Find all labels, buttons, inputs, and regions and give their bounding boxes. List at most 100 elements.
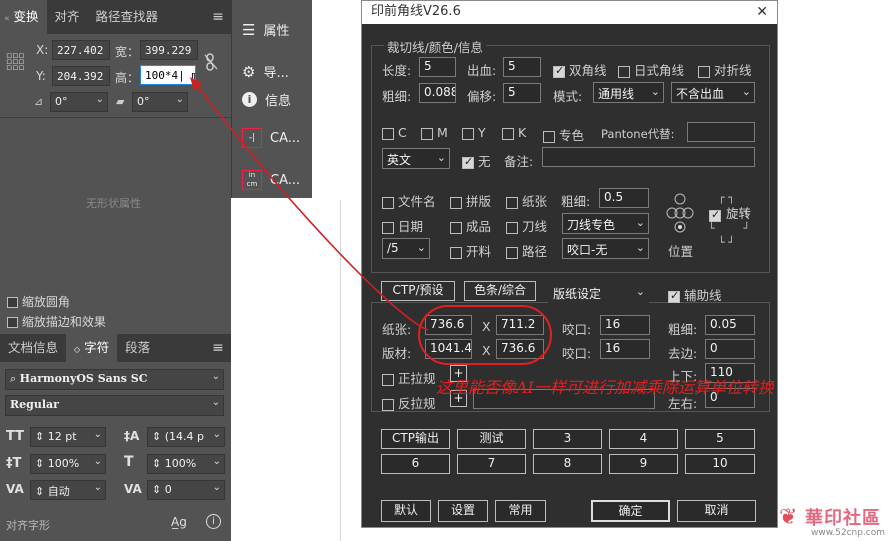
pull-front-checkbox[interactable]: 正拉规: [382, 368, 436, 387]
tab-character[interactable]: ◇ 字符: [66, 334, 118, 362]
panel-menu-icon[interactable]: ≡: [205, 334, 231, 362]
no-shape-text: 无形状属性: [86, 197, 141, 210]
knife-color-select[interactable]: 刀线专色 ⌄: [562, 213, 649, 234]
thickness3-input[interactable]: 0.05: [705, 315, 755, 335]
mode-select[interactable]: 通用线 ⌄: [593, 82, 664, 103]
tab-paragraph[interactable]: 段落: [117, 334, 158, 362]
shear-angle-select[interactable]: 0° ⌄: [132, 92, 188, 112]
paper-setting-select[interactable]: 版纸设定 ⌄: [548, 282, 649, 303]
font-style-select[interactable]: Regular ⌄: [5, 395, 224, 416]
trim-label: 去边:: [668, 346, 698, 361]
tab-doc-info[interactable]: 文档信息: [0, 334, 66, 362]
spot-checkbox[interactable]: 专色: [543, 125, 584, 144]
trim-input[interactable]: 0: [705, 339, 755, 359]
guide-line: [340, 200, 341, 541]
settings-button[interactable]: 设置: [438, 500, 488, 522]
aux-line-checkbox[interactable]: 辅助线: [668, 285, 722, 304]
m-checkbox[interactable]: M: [421, 125, 448, 140]
finished-checkbox[interactable]: 成品: [450, 216, 491, 235]
panel-menu-icon[interactable]: ≡: [205, 0, 231, 34]
language-select[interactable]: 英文 ⌄: [382, 148, 450, 169]
default-button[interactable]: 默认: [381, 500, 431, 522]
none-checkbox[interactable]: 无: [462, 151, 491, 170]
grid-button-7[interactable]: 7: [457, 454, 526, 474]
page-select[interactable]: /5 ⌄: [382, 238, 430, 259]
chevron-down-icon: ⌄: [436, 151, 446, 164]
vertical-scale-select[interactable]: ⇕ 100% ⌄: [30, 454, 106, 474]
ctp-preset-button[interactable]: CTP/预设: [381, 281, 455, 301]
tab-transform[interactable]: « 变换: [0, 0, 47, 34]
ok-button[interactable]: 确定: [591, 500, 670, 522]
grid-button-8[interactable]: 8: [533, 454, 602, 474]
paper-checkbox[interactable]: 纸张: [506, 191, 547, 210]
note-input[interactable]: [542, 147, 755, 167]
k-checkbox[interactable]: K: [502, 125, 526, 140]
ctp-output-button[interactable]: CTP输出: [381, 429, 450, 449]
pantone-input[interactable]: [687, 122, 755, 142]
test-button[interactable]: 测试: [457, 429, 526, 449]
close-icon[interactable]: ✕: [756, 1, 768, 23]
y-input[interactable]: 204.392 r: [52, 66, 110, 86]
y-checkbox[interactable]: Y: [462, 125, 486, 140]
thickness2-input[interactable]: 0.5: [599, 188, 649, 208]
filename-checkbox[interactable]: 文件名: [382, 191, 436, 210]
font-size-icon: TT: [6, 429, 25, 444]
jp-corner-checkbox[interactable]: 日式角线: [618, 60, 684, 79]
pull-back-checkbox[interactable]: 反拉规: [382, 393, 436, 412]
tab-pathfinder[interactable]: 路径查找器: [88, 0, 167, 34]
kerning-select[interactable]: ⇕ 自动 ⌄: [30, 480, 106, 500]
bleed-input[interactable]: 5: [503, 57, 541, 77]
info-icon[interactable]: i: [206, 514, 221, 529]
offset-input[interactable]: 5: [503, 83, 541, 103]
info-item[interactable]: i 信息: [242, 90, 291, 109]
grid-button-3[interactable]: 3: [533, 429, 602, 449]
fold-line-checkbox[interactable]: 对折线: [698, 60, 752, 79]
bite-select[interactable]: 咬口-无 ⌄: [562, 238, 649, 259]
section-title: 裁切线/颜色/信息: [384, 37, 486, 56]
bite2-input[interactable]: 16: [600, 339, 650, 359]
ca-item-2[interactable]: in cm CA...: [242, 170, 300, 190]
path-checkbox[interactable]: 路径: [506, 241, 547, 260]
width-input[interactable]: 399.229 r: [140, 40, 198, 60]
height-input[interactable]: 100*4| mm: [140, 65, 196, 85]
font-family-select[interactable]: ⌕ HarmonyOS Sans SC ⌄: [5, 369, 224, 390]
rotate-checkbox[interactable]: [709, 207, 725, 222]
bleed-mode-select[interactable]: 不含出血 ⌄: [671, 82, 755, 103]
constrain-link-icon[interactable]: [204, 52, 218, 71]
c-checkbox[interactable]: C: [382, 125, 407, 140]
x-input[interactable]: 227.402 r: [52, 40, 110, 60]
glyph-icon[interactable]: A̲g: [171, 515, 187, 529]
cancel-button[interactable]: 取消: [677, 500, 756, 522]
print-corner-dialog: 印前角线V26.6 ✕ 裁切线/颜色/信息 长度: 5 出血: 5 双角线 日式…: [361, 0, 778, 528]
grid-button-4[interactable]: 4: [609, 429, 678, 449]
colorbar-button[interactable]: 色条/综合: [464, 281, 536, 301]
thickness-input[interactable]: 0.088: [419, 83, 456, 103]
scale-strokes-checkbox[interactable]: 缩放描边和效果: [7, 313, 106, 330]
date-checkbox[interactable]: 日期: [382, 216, 423, 235]
knife-checkbox[interactable]: 刀线: [506, 216, 547, 235]
tab-align[interactable]: 对齐: [47, 0, 88, 34]
chevron-down-icon: ⌄: [635, 241, 645, 254]
cut-checkbox[interactable]: 开料: [450, 241, 491, 260]
double-corner-checkbox[interactable]: 双角线: [553, 60, 607, 79]
grid-button-9[interactable]: 9: [609, 454, 678, 474]
properties-item[interactable]: ☰ 属性: [242, 20, 289, 40]
imposition-checkbox[interactable]: 拼版: [450, 191, 491, 210]
scale-corners-checkbox[interactable]: 缩放圆角: [7, 293, 70, 310]
watermark: ❦ 華印社區 www.52cnp.com: [779, 504, 893, 541]
rotate-angle-select[interactable]: 0° ⌄: [50, 92, 108, 112]
gear-icon: ⚙: [242, 62, 256, 81]
font-size-select[interactable]: ⇕ 12 pt ⌄: [30, 427, 106, 447]
common-button[interactable]: 常用: [495, 500, 546, 522]
horizontal-scale-select[interactable]: ⇕ 100% ⌄: [147, 454, 225, 474]
grid-button-10[interactable]: 10: [685, 454, 755, 474]
leading-select[interactable]: ⇕ (14.4 p ⌄: [147, 427, 225, 447]
grid-button-5[interactable]: 5: [685, 429, 755, 449]
length-input[interactable]: 5: [419, 57, 456, 77]
ca-item-1[interactable]: -| CA...: [242, 128, 300, 148]
grid-button-6[interactable]: 6: [381, 454, 450, 474]
tracking-select[interactable]: ⇕ 0 ⌄: [147, 480, 225, 500]
reference-point-icon[interactable]: ▫▫▫ ▫▫▫ ▫▫▫: [6, 52, 24, 73]
bite1-input[interactable]: 16: [600, 315, 650, 335]
navigator-item[interactable]: ⚙ 导...: [242, 62, 289, 82]
